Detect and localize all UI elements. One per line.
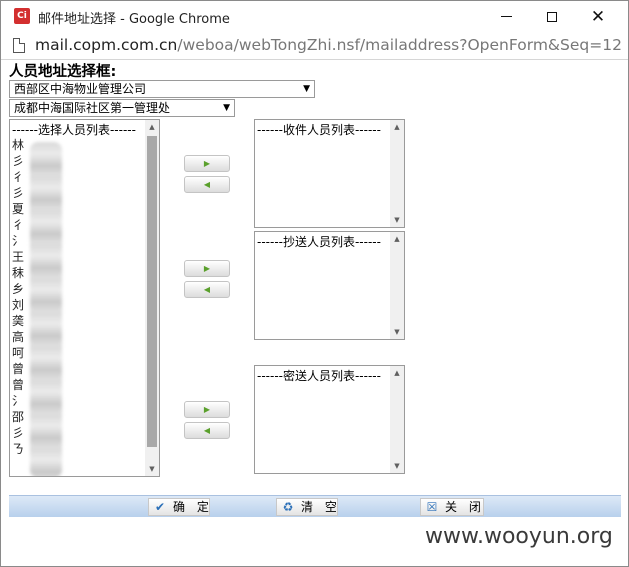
minimize-icon	[500, 16, 512, 17]
remove-from-recipient-button[interactable]: ◀	[184, 176, 230, 193]
available-list-item[interactable]: 高	[12, 329, 24, 345]
recycle-bin-icon: ♻	[282, 500, 294, 514]
close-icon: ✕	[590, 6, 606, 27]
available-list-items: 林彡彳彡夏彳氵王秣乡刘䶮高呵曾曾氵邵彡ㄋ	[12, 137, 24, 457]
to-recipients-list[interactable]: ------收件人员列表------ ▲ ▼	[254, 119, 405, 228]
scroll-down-icon[interactable]: ▼	[145, 462, 159, 476]
available-list-item[interactable]: 乡	[12, 281, 24, 297]
cc-list-header: ------抄送人员列表------	[257, 235, 381, 249]
address-bar[interactable]: mail.copm.com.cn/weboa/webTongZhi.nsf/ma…	[1, 32, 628, 60]
minimize-button[interactable]	[483, 1, 529, 32]
left-arrow-icon: ◀	[203, 180, 211, 189]
available-list-item[interactable]: ㄋ	[12, 441, 24, 457]
watermark-text: www.wooyun.org	[425, 524, 613, 549]
available-list-item[interactable]: 呵	[12, 345, 24, 361]
to-list-header: ------收件人员列表------	[257, 123, 381, 137]
left-arrow-icon: ◀	[203, 285, 211, 294]
available-list-item[interactable]: 彳	[12, 217, 24, 233]
available-list-item[interactable]: 彳	[12, 169, 24, 185]
scroll-thumb[interactable]	[147, 136, 157, 447]
close-box-icon: ☒	[426, 500, 438, 514]
ok-button[interactable]: ✔ 确 定	[148, 498, 210, 516]
url-host: mail.copm.com.cn	[35, 36, 178, 54]
close-window-button[interactable]: ✕	[575, 1, 621, 32]
left-arrow-icon: ◀	[203, 426, 211, 435]
scroll-up-icon[interactable]: ▲	[390, 232, 404, 246]
available-list-item[interactable]: 林	[12, 137, 24, 153]
scroll-up-icon[interactable]: ▲	[390, 120, 404, 134]
checkmark-icon: ✔	[154, 500, 166, 514]
available-list-item[interactable]: 彡	[12, 153, 24, 169]
right-arrow-icon: ▶	[203, 405, 211, 414]
scroll-down-icon[interactable]: ▼	[390, 213, 404, 227]
department-select[interactable]: 西部区中海物业管理公司 ▼	[9, 80, 315, 98]
close-button-label: 关 闭	[445, 500, 485, 514]
available-list-item[interactable]: 彡	[12, 185, 24, 201]
bcc-recipients-list[interactable]: ------密送人员列表------ ▲ ▼	[254, 365, 405, 474]
available-list-item[interactable]: 曾	[12, 361, 24, 377]
app-favicon-icon: Ci	[14, 8, 30, 24]
clear-button[interactable]: ♻ 清 空	[276, 498, 338, 516]
close-button[interactable]: ☒ 关 闭	[420, 498, 484, 516]
page-heading: 人员地址选择框:	[9, 64, 117, 80]
available-list-header: ------选择人员列表------	[12, 123, 136, 137]
available-list-item[interactable]: 曾	[12, 377, 24, 393]
scroll-up-icon[interactable]: ▲	[390, 366, 404, 380]
ok-button-label: 确 定	[173, 500, 213, 514]
remove-from-cc-button[interactable]: ◀	[184, 281, 230, 298]
right-arrow-icon: ▶	[203, 264, 211, 273]
to-list-scrollbar[interactable]: ▲ ▼	[390, 120, 404, 227]
available-list-item[interactable]: 邵	[12, 409, 24, 425]
available-list-item[interactable]: 夏	[12, 201, 24, 217]
add-to-bcc-button[interactable]: ▶	[184, 401, 230, 418]
maximize-icon	[547, 11, 557, 22]
scroll-down-icon[interactable]: ▼	[390, 459, 404, 473]
clear-button-label: 清 空	[301, 500, 341, 514]
remove-from-bcc-button[interactable]: ◀	[184, 422, 230, 439]
sub-department-select-value: 成都中海国际社区第一管理处	[14, 101, 171, 115]
available-list-item[interactable]: 䶮	[12, 313, 24, 329]
page-content: 人员地址选择框: 西部区中海物业管理公司 ▼ 成都中海国际社区第一管理处 ▼ -…	[1, 60, 628, 529]
title-bar: Ci 邮件地址选择 - Google Chrome ✕	[1, 1, 628, 32]
url-path: /weboa/webTongZhi.nsf/mailaddress?OpenFo…	[177, 36, 622, 54]
scroll-down-icon[interactable]: ▼	[390, 325, 404, 339]
add-to-recipient-button[interactable]: ▶	[184, 155, 230, 172]
bcc-list-scrollbar[interactable]: ▲ ▼	[390, 366, 404, 473]
available-people-list[interactable]: ------选择人员列表------ 林彡彳彡夏彳氵王秣乡刘䶮高呵曾曾氵邵彡ㄋ …	[9, 119, 160, 477]
bcc-list-header: ------密送人员列表------	[257, 369, 381, 383]
maximize-button[interactable]	[529, 1, 575, 32]
redacted-names-blur	[30, 142, 62, 476]
available-list-item[interactable]: 秣	[12, 265, 24, 281]
page-icon	[13, 38, 25, 53]
available-list-scrollbar[interactable]: ▲ ▼	[145, 120, 159, 476]
dropdown-arrow-icon: ▼	[303, 84, 310, 94]
dropdown-arrow-icon: ▼	[223, 103, 230, 113]
add-to-cc-button[interactable]: ▶	[184, 260, 230, 277]
url-text[interactable]: mail.copm.com.cn/weboa/webTongZhi.nsf/ma…	[35, 36, 622, 54]
available-list-item[interactable]: 氵	[12, 233, 24, 249]
available-list-item[interactable]: 刘	[12, 297, 24, 313]
available-list-item[interactable]: 氵	[12, 393, 24, 409]
available-list-item[interactable]: 王	[12, 249, 24, 265]
right-arrow-icon: ▶	[203, 159, 211, 168]
chrome-popup-window: Ci 邮件地址选择 - Google Chrome ✕ mail.copm.co…	[0, 0, 629, 567]
sub-department-select[interactable]: 成都中海国际社区第一管理处 ▼	[9, 99, 235, 117]
department-select-value: 西部区中海物业管理公司	[14, 82, 147, 96]
cc-list-scrollbar[interactable]: ▲ ▼	[390, 232, 404, 339]
cc-recipients-list[interactable]: ------抄送人员列表------ ▲ ▼	[254, 231, 405, 340]
scroll-up-icon[interactable]: ▲	[145, 120, 159, 134]
window-title: 邮件地址选择 - Google Chrome	[38, 12, 230, 27]
bottom-toolbar: ✔ 确 定 ♻ 清 空 ☒ 关 闭	[9, 495, 621, 517]
available-list-item[interactable]: 彡	[12, 425, 24, 441]
